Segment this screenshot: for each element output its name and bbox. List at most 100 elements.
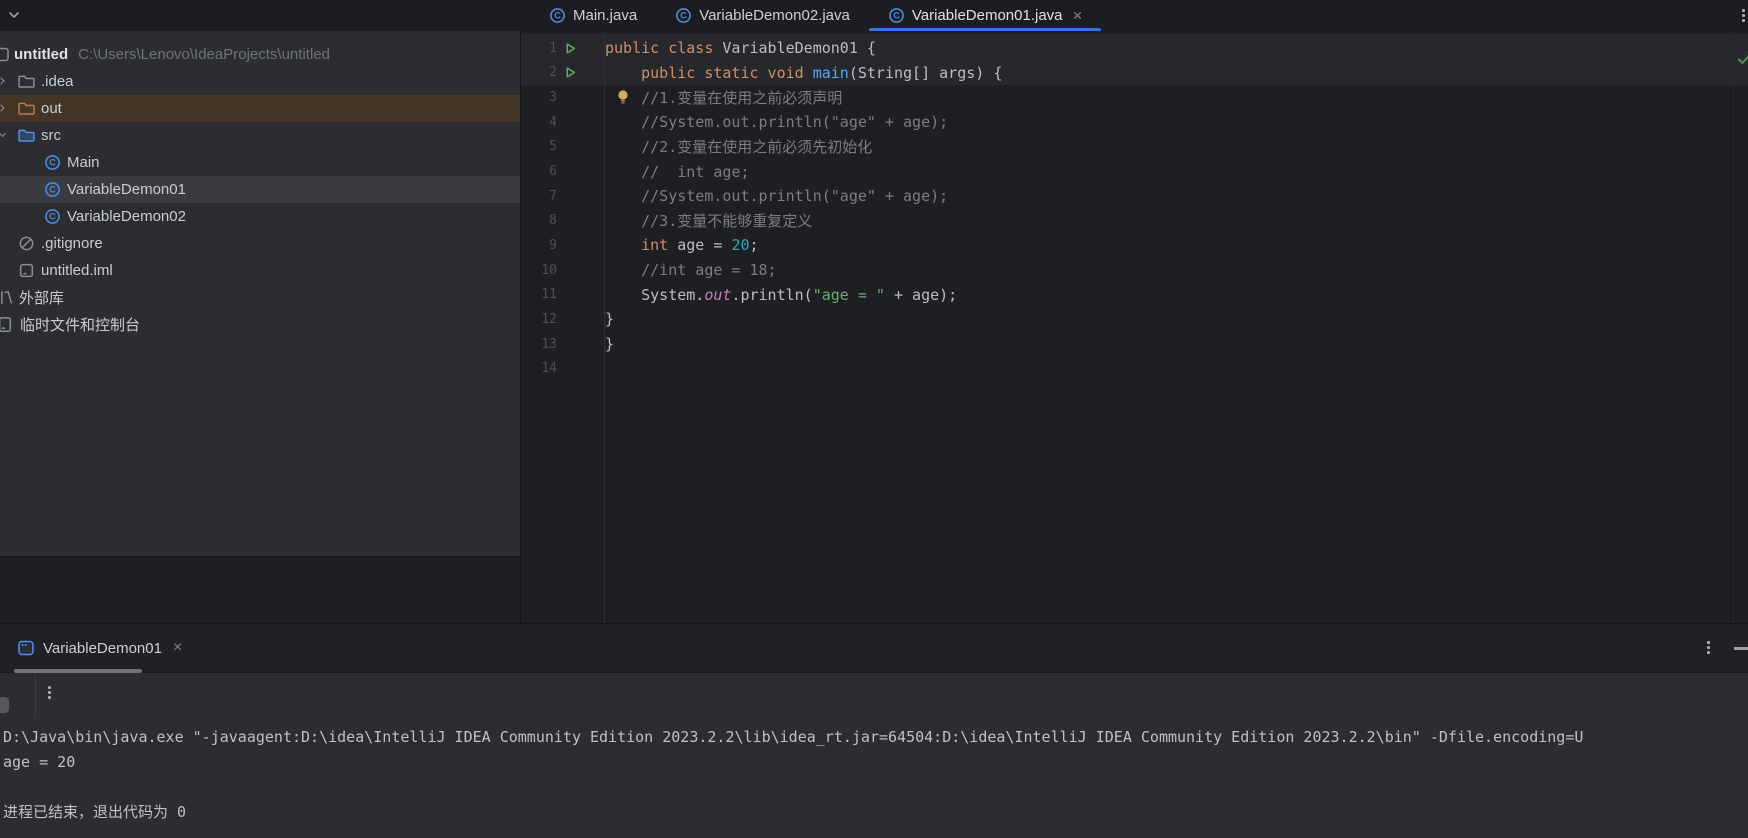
code-text: } [605, 335, 615, 353]
project-root-path: C:\Users\Lenovo\IdeaProjects\untitled [78, 46, 330, 63]
main-area: untitled C:\Users\Lenovo\IdeaProjects\un… [0, 31, 1748, 623]
code-line[interactable]: 12 } [521, 307, 1748, 332]
line-number: 1 [549, 40, 557, 56]
editor-tab-label: VariableDemon01.java [911, 7, 1063, 24]
code-text: } [605, 310, 615, 329]
code-text: public static void main(String[] args) { [641, 63, 1003, 82]
code-line[interactable]: 9 int age = 20; [521, 233, 1748, 258]
svg-text:C: C [893, 11, 900, 21]
run-line-icon[interactable] [564, 42, 577, 55]
editor-tab-label: Main.java [573, 7, 638, 24]
chevron-down-icon[interactable] [6, 7, 22, 28]
tree-item-icon [18, 100, 41, 117]
class-icon: C [45, 209, 60, 224]
line-number: 2 [549, 65, 557, 81]
class-icon: C [888, 8, 904, 23]
editor-tab-VariableDemon02.java[interactable]: C VariableDemon02.java [656, 0, 869, 31]
code-line[interactable]: 11 System.out.println("age = " + age); [521, 282, 1748, 307]
tool-window-stripe-handle[interactable] [0, 697, 9, 713]
run-panel-kebab-icon[interactable] [1703, 637, 1714, 658]
code-text: //3.变量不能够重复定义 [641, 212, 813, 231]
tree-item-label: 临时文件和控制台 [20, 317, 141, 334]
intention-bulb-icon[interactable] [615, 88, 631, 110]
code-line[interactable]: 14 [521, 356, 1748, 381]
tree-item-label: VariableDemon01 [67, 181, 186, 198]
tree-item-.gitignore[interactable]: .gitignore [0, 230, 520, 257]
scratches-icon [0, 317, 12, 332]
tree-item-icon: C [44, 208, 67, 225]
ignored-file-icon [19, 236, 34, 251]
code-text: int age = 20; [641, 236, 759, 255]
code-text: public class VariableDemon01 { [605, 39, 876, 58]
close-icon[interactable]: × [173, 640, 182, 656]
console-line: age = 20 [3, 753, 76, 771]
line-number: 7 [549, 188, 557, 204]
code-line[interactable]: 7 //System.out.println("age" + age); [521, 184, 1748, 209]
run-tab-label: VariableDemon01 [43, 639, 162, 657]
code-line[interactable]: 10 //int age = 18; [521, 258, 1748, 283]
code-line[interactable]: 4 //System.out.println("age" + age); [521, 110, 1748, 135]
editor-options-kebab-icon[interactable] [1738, 5, 1748, 26]
code-editor[interactable]: 1 public class VariableDemon01 { 2 publi… [520, 31, 1748, 623]
code-text: //System.out.println("age" + age); [641, 187, 949, 206]
project-panel-empty-area [0, 557, 520, 623]
tree-item-label: Main [67, 154, 100, 171]
code-line[interactable]: 6 // int age; [521, 159, 1748, 184]
tree-chevron-icon[interactable] [0, 100, 8, 117]
tree-item-untitled.iml[interactable]: untitled.iml [0, 257, 520, 284]
tree-item-VariableDemon01[interactable]: C VariableDemon01 [0, 176, 520, 203]
tree-item-icon [18, 235, 41, 252]
code-line[interactable]: 8 //3.变量不能够重复定义 [521, 208, 1748, 233]
editor-tab-VariableDemon01.java[interactable]: C VariableDemon01.java × [868, 0, 1102, 32]
code-line[interactable]: 5 //2.变量在使用之前必须先初始化 [521, 135, 1748, 160]
line-number: 14 [541, 361, 557, 377]
run-panel-header: VariableDemon01 × [0, 624, 1748, 673]
project-root-row[interactable]: untitled C:\Users\Lenovo\IdeaProjects\un… [0, 41, 520, 68]
project-tree: untitled C:\Users\Lenovo\IdeaProjects\un… [0, 31, 520, 557]
gutter-run-slot [557, 66, 583, 79]
editor-tab-bar: C Main.java C VariableDemon02.java C Var… [0, 0, 1748, 32]
tree-item-src[interactable]: src [0, 122, 520, 149]
tree-item-.idea[interactable]: .idea [0, 68, 520, 95]
tree-item-VariableDemon02[interactable]: C VariableDemon02 [0, 203, 520, 230]
line-number: 11 [541, 287, 557, 303]
run-tool-window: VariableDemon01 × D:\Java\bin\java.exe "… [0, 623, 1748, 838]
code-text: // int age; [641, 162, 750, 181]
console-line: 进程已结束，退出代码为 0 [3, 803, 187, 821]
code-text: //System.out.println("age" + age); [641, 113, 949, 132]
editor-tab-Main.java[interactable]: C Main.java [530, 0, 656, 31]
run-line-icon[interactable] [564, 66, 577, 79]
tree-item-label: src [41, 127, 61, 144]
tree-chevron-icon[interactable] [0, 73, 8, 90]
code-lines: 1 public class VariableDemon01 { 2 publi… [521, 36, 1748, 381]
console-more-kebab-icon[interactable] [44, 682, 55, 703]
tree-item-Main[interactable]: C Main [0, 149, 520, 176]
code-text: //int age = 18; [641, 261, 777, 280]
class-icon: C [45, 155, 60, 170]
close-icon[interactable]: × [1073, 7, 1083, 24]
tree-item-外部库[interactable]: 外部库 [0, 284, 520, 311]
code-line[interactable]: 3 //1.变量在使用之前必须声明 [521, 85, 1748, 110]
hide-panel-icon[interactable] [1734, 647, 1748, 650]
project-tree-rows: .idea out src C Main C VariableDemon01 C… [0, 68, 520, 338]
tree-item-label: 外部库 [19, 290, 65, 307]
inspections-check-icon[interactable] [1736, 51, 1748, 72]
code-line[interactable]: 13 } [521, 332, 1748, 357]
tree-item-icon: C [44, 181, 67, 198]
console-output: D:\Java\bin\java.exe "-javaagent:D:\idea… [0, 719, 1748, 825]
class-icon: C [676, 8, 692, 23]
tree-chevron-icon[interactable] [0, 127, 8, 144]
line-number: 8 [549, 213, 557, 229]
line-number: 4 [549, 114, 557, 130]
line-number: 13 [541, 336, 557, 352]
code-line[interactable]: 1 public class VariableDemon01 { [521, 36, 1748, 61]
intellij-window: C Main.java C VariableDemon02.java C Var… [0, 0, 1748, 838]
line-number: 5 [549, 139, 557, 155]
tree-item-label: VariableDemon02 [67, 208, 186, 225]
tree-item-临时文件和控制台[interactable]: 临时文件和控制台 [0, 311, 520, 338]
tree-item-out[interactable]: out [0, 95, 520, 122]
run-tab[interactable]: VariableDemon01 × [17, 639, 182, 657]
line-number: 10 [541, 262, 557, 278]
code-line[interactable]: 2 public static void main(String[] args)… [521, 61, 1748, 86]
